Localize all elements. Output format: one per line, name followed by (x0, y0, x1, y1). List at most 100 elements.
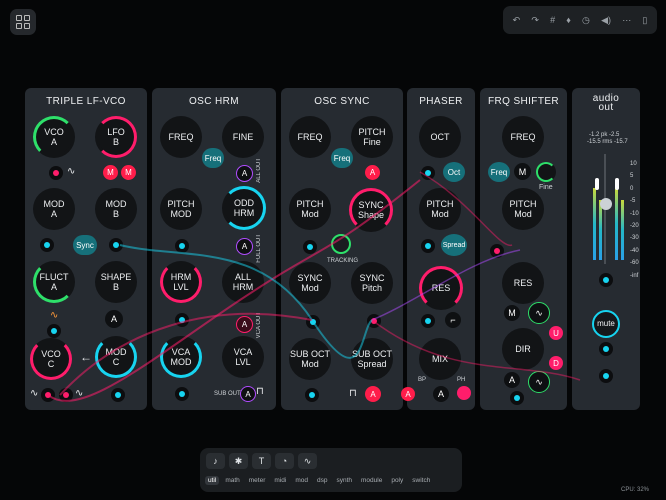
sync-pitch-knob[interactable]: SYNC Pitch (351, 262, 393, 304)
sync-mod-knob[interactable]: SYNC Mod (289, 262, 331, 304)
hash-icon[interactable]: # (550, 15, 555, 25)
mute-button[interactable]: mute (592, 310, 620, 338)
wave-button-2[interactable]: ∿ (528, 371, 550, 393)
pitch-fine-knob[interactable]: PITCH Fine (351, 116, 393, 158)
dock-tab-midi[interactable]: midi (271, 476, 289, 485)
vco-c-out-jack[interactable] (41, 388, 55, 402)
ph-indicator[interactable] (457, 386, 471, 400)
freq-knob[interactable]: FREQ (289, 116, 331, 158)
a-button-2[interactable]: A (365, 386, 381, 402)
a-button-2[interactable]: A (433, 386, 449, 402)
freq-knob[interactable]: FREQ (160, 116, 202, 158)
mod-b-knob[interactable]: MOD B (95, 188, 137, 230)
gear-icon[interactable]: ✱ (229, 453, 248, 469)
fluct-a-knob[interactable]: FLUCT A (33, 261, 75, 303)
freq-button[interactable]: Freq (488, 162, 510, 182)
out-jack-2[interactable] (599, 369, 613, 383)
down-button[interactable]: D (549, 356, 563, 370)
freq-button[interactable]: Freq (331, 148, 353, 168)
res-knob[interactable]: RES (502, 262, 544, 304)
sub-oct-spread-knob[interactable]: SUB OCT Spread (351, 338, 393, 380)
m-button[interactable]: M (514, 163, 531, 180)
res-jack[interactable] (421, 314, 435, 328)
sub-out-a-button[interactable]: A (240, 386, 256, 402)
dir-knob[interactable]: DIR (502, 328, 544, 370)
a-button[interactable]: A (504, 372, 520, 388)
mod-b-jack[interactable] (109, 238, 123, 252)
redo-icon[interactable]: ↷ (531, 15, 539, 26)
spread-button[interactable]: Spread (441, 234, 467, 256)
all-hrm-knob[interactable]: ALL HRM (222, 261, 264, 303)
mod-c-jack[interactable] (111, 388, 125, 402)
pitch-mod-jack[interactable] (303, 240, 317, 254)
m-button-2[interactable]: M (121, 165, 136, 180)
dock-tab-meter[interactable]: meter (246, 476, 269, 485)
tracking-knob[interactable] (331, 234, 351, 254)
lfo-out-jack[interactable] (49, 166, 63, 180)
mod-a-jack[interactable] (40, 238, 54, 252)
sync-shape-knob[interactable]: SYNC Shape (349, 188, 393, 232)
vco-c-knob[interactable]: VCO C (30, 338, 72, 380)
pitch-mod-jack[interactable] (421, 239, 435, 253)
pitch-mod-knob[interactable]: PITCH Mod (502, 188, 544, 230)
menu-button[interactable] (10, 9, 36, 35)
freq-button[interactable]: Freq (202, 148, 224, 168)
dock-tab-mod[interactable]: mod (292, 476, 311, 485)
sidebar-icon[interactable]: ▯ (642, 15, 647, 26)
a-button-1[interactable]: A (365, 165, 380, 180)
undo-icon[interactable]: ↶ (513, 15, 521, 26)
fine-knob[interactable] (536, 162, 556, 182)
dock-tab-module[interactable]: module (358, 476, 385, 485)
shape-b-knob[interactable]: SHAPE B (95, 261, 137, 303)
bulb-icon[interactable]: ♦ (566, 15, 571, 25)
wave-icon[interactable]: ∿ (298, 453, 317, 469)
fluct-jack[interactable] (47, 324, 61, 338)
a-button[interactable]: A (105, 310, 123, 328)
pitch-mod-knob[interactable]: PITCH Mod (419, 188, 461, 230)
pitch-mod-knob[interactable]: PITCH MOD (160, 188, 202, 230)
dock-tab-math[interactable]: math (222, 476, 242, 485)
sync-mod-jack[interactable] (306, 315, 320, 329)
out-jack-1[interactable] (599, 342, 613, 356)
oct-knob[interactable]: OCT (419, 116, 461, 158)
a-button-1[interactable]: A (401, 387, 415, 401)
audio-in-jack[interactable] (599, 273, 613, 287)
dock-tab-util[interactable]: util (205, 476, 220, 485)
up-button[interactable]: U (549, 326, 563, 340)
lfo-b-knob[interactable]: LFO B (95, 116, 137, 158)
dock-tab-poly[interactable]: poly (388, 476, 406, 485)
dock-tab-dsp[interactable]: dsp (314, 476, 330, 485)
vco-a-knob[interactable]: VCO A (33, 116, 75, 158)
out-jack[interactable] (510, 391, 524, 405)
mix-knob[interactable]: MIX (419, 338, 461, 380)
res-knob[interactable]: RES (419, 266, 463, 310)
volume-fader-handle[interactable] (600, 198, 612, 210)
oct-jack[interactable] (421, 166, 435, 180)
sync-pitch-jack[interactable] (367, 314, 381, 328)
a-button-3[interactable]: A (236, 316, 253, 333)
wave-button[interactable]: ∿ (528, 302, 550, 324)
vca-mod-jack[interactable] (175, 387, 189, 401)
dots-icon[interactable]: ⋯ (622, 15, 631, 26)
m-button-2[interactable]: M (504, 305, 520, 321)
m-button-1[interactable]: M (103, 165, 118, 180)
hrm-lvl-jack[interactable] (175, 313, 189, 327)
timer-icon[interactable]: ◔ (275, 453, 294, 469)
hrm-lvl-knob[interactable]: HRM LVL (160, 261, 202, 303)
dock-tab-switch[interactable]: switch (409, 476, 433, 485)
a-button-1[interactable]: A (236, 165, 253, 182)
mod-c-knob[interactable]: MOD C (95, 336, 137, 378)
vca-lvl-knob[interactable]: VCA LVL (222, 336, 264, 378)
dock-tab-synth[interactable]: synth (333, 476, 355, 485)
sync-button[interactable]: Sync (73, 235, 97, 255)
a-button-2[interactable]: A (236, 238, 253, 255)
vco-c-out-jack-2[interactable] (59, 388, 73, 402)
pitch-mod-jack[interactable] (175, 239, 189, 253)
speaker-icon[interactable]: ◀) (601, 15, 611, 26)
sub-oct-jack[interactable] (305, 388, 319, 402)
fine-knob[interactable]: FINE (222, 116, 264, 158)
text-icon[interactable]: T (252, 453, 271, 469)
mod-a-knob[interactable]: MOD A (33, 188, 75, 230)
mic-icon[interactable]: ♪ (206, 453, 225, 469)
fader-left[interactable] (595, 178, 599, 190)
